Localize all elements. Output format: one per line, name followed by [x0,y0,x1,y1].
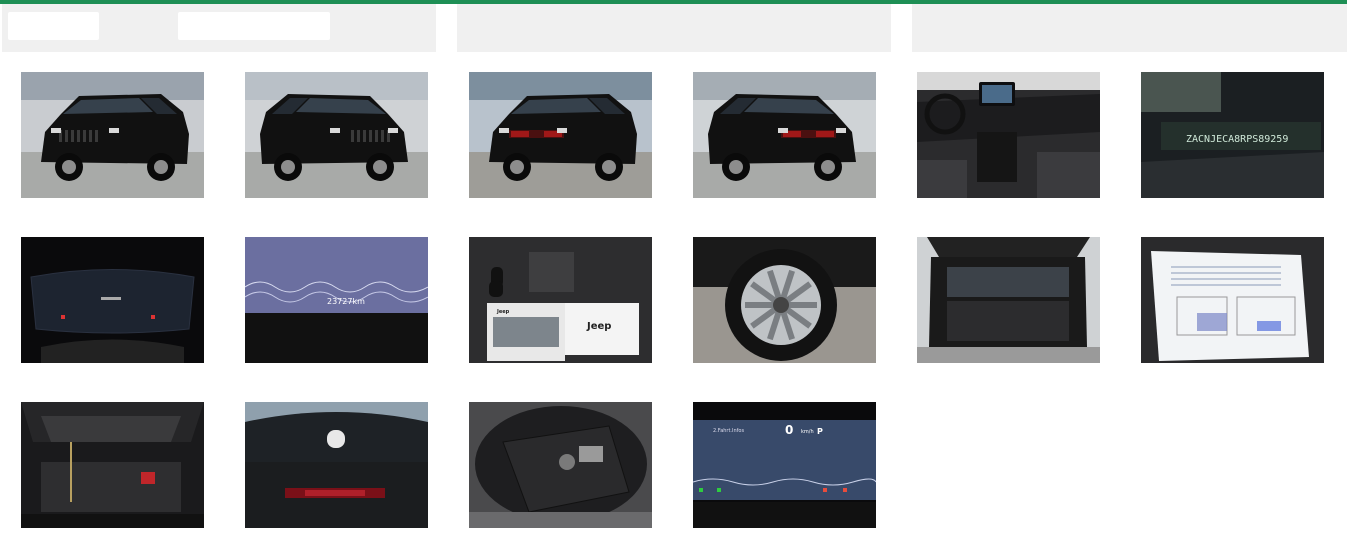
svg-text:2.Fahrt.Infos: 2.Fahrt.Infos [713,428,744,434]
gallery-thumbnail-keys-and-manuals[interactable]: Jeep Jeep [469,237,652,363]
gallery-thumbnail-exterior-rear-right[interactable] [469,72,652,198]
gallery-thumbnail-trunk-open[interactable] [917,237,1100,363]
gallery-thumbnail-exterior-front-left[interactable] [21,72,204,198]
gallery-thumbnail-vin-plate[interactable]: ZACNJECA8RPS89259 [1141,72,1324,198]
photo-trunk-open [917,237,1100,363]
gallery-thumbnail-engine-bay[interactable] [21,402,204,528]
filter-panel-1 [2,4,436,52]
gallery-thumbnail-service-document[interactable] [1141,237,1324,363]
gallery-thumbnail-exterior-rear-left[interactable] [693,72,876,198]
photo-exterior-front-left [21,72,204,198]
photo-spare-wheel-well [469,402,652,528]
photo-exterior-rear-right [469,72,652,198]
gallery-thumbnail-windshield-interior[interactable] [245,402,428,528]
svg-text:Jeep: Jeep [586,321,611,332]
gallery-thumbnail-instrument-cluster-speed[interactable]: 2.Fahrt.Infos 0 km/h P [693,402,876,528]
gallery-thumbnail-wheel-rim[interactable] [693,237,876,363]
photo-engine-bay [21,402,204,528]
vin-text: ZACNJECA8RPS89259 [1186,134,1288,145]
svg-text:Jeep: Jeep [496,309,510,315]
photo-windshield-interior [245,402,428,528]
photo-wheel-rim [693,237,876,363]
photo-instrument-cluster-dark [21,237,204,363]
gallery-thumbnail-odometer-display[interactable]: 23727km [245,237,428,363]
svg-text:km/h: km/h [801,429,814,435]
photo-interior-dashboard [917,72,1100,198]
photo-exterior-front-right [245,72,428,198]
svg-text:P: P [817,427,823,436]
filter-panel-3 [912,4,1347,52]
filter-panel-2 [457,4,891,52]
filter-input-1[interactable] [8,12,99,40]
photo-exterior-rear-left [693,72,876,198]
svg-text:0: 0 [785,423,793,437]
photo-keys-and-manuals: Jeep Jeep [469,237,652,363]
photo-service-document [1141,237,1324,363]
photo-odometer-display: 23727km [245,237,428,363]
filter-input-2[interactable] [178,12,330,40]
gallery-thumbnail-spare-wheel-well[interactable] [469,402,652,528]
gallery-thumbnail-instrument-cluster-dark[interactable] [21,237,204,363]
svg-text:23727km: 23727km [327,297,365,306]
gallery-thumbnail-interior-dashboard[interactable] [917,72,1100,198]
gallery-thumbnail-exterior-front-right[interactable] [245,72,428,198]
photo-instrument-cluster-speed: 2.Fahrt.Infos 0 km/h P [693,402,876,528]
photo-vin-plate: ZACNJECA8RPS89259 [1141,72,1324,198]
